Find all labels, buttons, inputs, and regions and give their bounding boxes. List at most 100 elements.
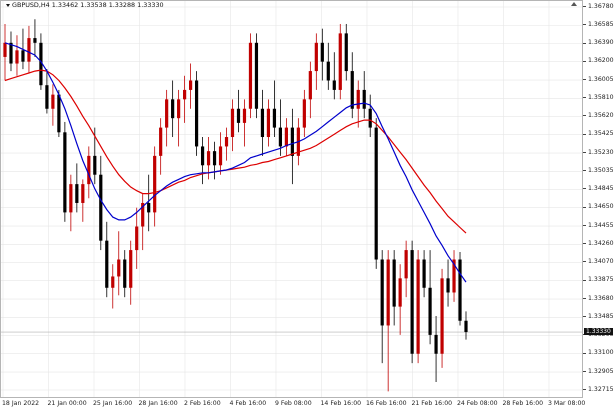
bear-candle <box>123 259 127 288</box>
bull-candle <box>129 250 133 288</box>
bull-candle <box>386 259 390 326</box>
plot-area[interactable] <box>0 0 583 398</box>
bear-candle <box>458 259 462 321</box>
bull-candle <box>135 226 139 251</box>
bear-candle <box>446 278 450 293</box>
bear-candle <box>147 202 151 213</box>
price-tick-label: 1.34650 <box>588 203 614 211</box>
price-tick-mark <box>583 279 586 281</box>
bear-candle <box>9 42 13 64</box>
bear-candle <box>194 80 199 147</box>
bear-candle <box>428 287 432 335</box>
bear-candle <box>410 250 414 354</box>
fast-moving-average-line <box>4 42 467 283</box>
time-tick-label: 25 Jan 16:00 <box>92 400 133 407</box>
bear-candle <box>260 108 265 138</box>
bear-candle <box>434 334 438 354</box>
price-tick-label: 1.35425 <box>588 130 614 138</box>
bull-candle <box>188 80 193 90</box>
slow-moving-average-line <box>4 69 467 234</box>
bull-candle <box>314 42 318 72</box>
bear-candle <box>75 184 79 203</box>
bear-candle <box>344 33 348 72</box>
price-tick-mark <box>583 24 586 26</box>
time-tick-label: 16 Feb 16:00 <box>365 400 407 407</box>
chart-shift-marker-icon[interactable] <box>571 2 577 6</box>
bear-candle <box>380 259 384 326</box>
bull-candle <box>87 155 91 185</box>
bull-candle <box>356 89 360 109</box>
price-tick-mark <box>583 316 586 318</box>
bear-candle <box>63 132 67 213</box>
time-tick-label: 2 Feb 16:00 <box>183 400 221 407</box>
bull-candle <box>15 50 19 64</box>
bull-candle <box>69 184 73 213</box>
bear-candle <box>105 240 109 288</box>
time-tick-label: 28 Jan 16:00 <box>138 400 178 407</box>
time-tick-label: 3 Mar 08:00 <box>547 400 586 407</box>
bear-candle <box>422 259 426 288</box>
collapse-arrow-icon[interactable] <box>6 4 10 7</box>
price-tick-mark <box>583 97 586 99</box>
price-tick-label: 1.32715 <box>588 385 614 393</box>
bear-candle <box>272 108 277 128</box>
price-tick-mark <box>583 225 586 227</box>
price-tick-label: 1.34455 <box>588 221 614 229</box>
price-tick-mark <box>583 206 586 208</box>
bull-candle <box>302 99 306 128</box>
price-tick-mark <box>583 298 586 300</box>
bear-candle <box>392 259 396 307</box>
price-tick-label: 1.35810 <box>588 93 614 101</box>
chart-window[interactable]: GBPUSD,H4 1.33462 1.33538 1.33288 1.3333… <box>0 0 614 409</box>
price-tick-label: 1.35035 <box>588 166 614 174</box>
bull-candle <box>284 127 288 147</box>
price-tick-mark <box>583 60 586 62</box>
price-tick-mark <box>583 389 586 390</box>
bull-candle <box>27 38 31 62</box>
bull-candle <box>51 94 55 109</box>
bull-candle <box>230 108 235 138</box>
price-tick-mark <box>583 42 586 44</box>
bull-candle <box>398 278 402 307</box>
price-tick-mark <box>583 261 586 263</box>
bear-candle <box>99 174 103 241</box>
price-tick-label: 1.34845 <box>588 184 614 192</box>
current-price-tag: 1.33330 <box>584 327 613 335</box>
price-tick-mark <box>583 133 586 135</box>
bull-candle <box>338 33 342 90</box>
price-tick-label: 1.36585 <box>588 20 614 28</box>
bear-candle <box>332 80 336 90</box>
bull-candle <box>242 108 247 123</box>
bull-candle <box>404 250 408 279</box>
bull-candle <box>308 71 312 100</box>
bull-candle <box>117 259 121 277</box>
price-tick-label: 1.35230 <box>588 148 614 156</box>
price-tick-mark <box>583 6 586 7</box>
price-tick-mark <box>583 115 586 117</box>
time-tick-label: 18 Jan 2022 <box>2 400 40 407</box>
bull-candle <box>111 276 115 288</box>
time-tick-label: 14 Feb 16:00 <box>320 400 362 407</box>
bull-candle <box>81 184 85 203</box>
bear-candle <box>278 127 283 147</box>
price-tick-label: 1.32905 <box>588 367 614 375</box>
time-tick-label: 28 Feb 16:00 <box>502 400 544 407</box>
bear-candle <box>236 108 241 123</box>
bear-candle <box>171 99 175 119</box>
time-tick-label: 4 Feb 16:00 <box>229 400 267 407</box>
bull-candle <box>153 155 157 213</box>
price-tick-label: 1.35620 <box>588 111 614 119</box>
bull-candle <box>266 108 271 138</box>
price-tick-label: 1.33100 <box>588 349 614 357</box>
bear-candle <box>57 94 61 133</box>
time-tick-label: 24 Feb 08:00 <box>456 400 498 407</box>
time-tick-label: 21 Feb 16:00 <box>411 400 453 407</box>
candlestick-chart[interactable] <box>1 1 582 397</box>
bear-candle <box>320 42 324 62</box>
price-axis[interactable]: 1.36780 1.36585 1.36390 1.36200 1.36005 1.358… <box>583 0 614 398</box>
bull-candle <box>224 137 229 147</box>
time-axis[interactable]: 18 Jan 2022 21 Jan 00:00 25 Jan 16:00 28 Ja… <box>0 398 586 409</box>
bear-candle <box>45 85 49 109</box>
bull-candle <box>440 278 444 354</box>
bear-candle <box>326 61 330 81</box>
